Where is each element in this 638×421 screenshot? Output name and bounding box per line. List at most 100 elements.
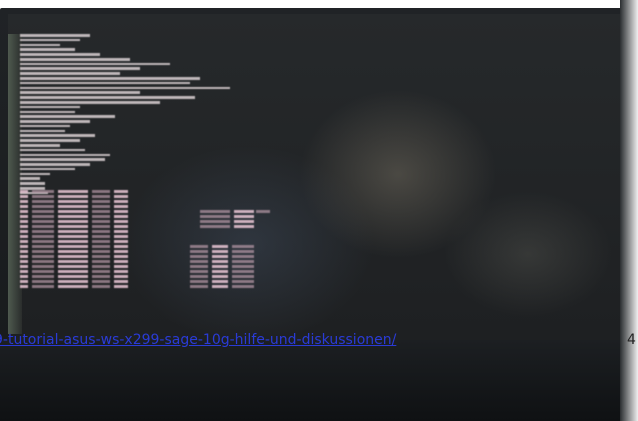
boot-log-line — [20, 115, 115, 118]
boot-log-cell — [20, 240, 28, 243]
boot-log-cell — [32, 275, 54, 278]
boot-log-cell — [32, 225, 54, 228]
boot-log-cell — [114, 190, 128, 193]
boot-log-cell — [256, 210, 270, 213]
boot-log-cell — [32, 255, 54, 258]
boot-log-cell — [232, 255, 254, 258]
boot-log-cell — [190, 260, 208, 263]
boot-log-cell — [92, 280, 110, 283]
boot-log-cell — [58, 230, 88, 233]
boot-log-cell — [20, 230, 28, 233]
boot-log-line — [20, 91, 140, 94]
boot-log-line — [20, 177, 40, 181]
boot-log-cell — [232, 270, 254, 273]
boot-log-cell — [232, 260, 254, 263]
boot-log-cell — [58, 220, 88, 223]
boot-log-cell — [234, 220, 254, 223]
boot-log-line — [20, 38, 80, 42]
boot-log-cell — [32, 215, 54, 218]
boot-log-cell — [190, 275, 208, 278]
boot-log-line — [20, 105, 80, 109]
boot-log-cell — [200, 210, 230, 213]
boot-log-cell — [114, 265, 128, 268]
boot-log-line — [20, 43, 60, 47]
boot-log-line — [20, 139, 80, 142]
monitor-photo — [0, 0, 638, 421]
boot-log-cell — [20, 250, 28, 253]
forum-thread-link[interactable]: 9-tutorial-asus-ws-x299-sage-10g-hilfe-u… — [0, 330, 396, 350]
boot-log-cell — [32, 235, 54, 238]
boot-log-cell — [200, 220, 230, 223]
boot-log-cell — [58, 245, 88, 248]
boot-log-cell — [92, 245, 110, 248]
boot-log-cell — [114, 260, 128, 263]
boot-log-cell — [114, 270, 128, 273]
boot-log-line — [20, 110, 75, 114]
boot-log-cell — [32, 240, 54, 243]
boot-log-line — [20, 158, 105, 161]
boot-log-line — [20, 81, 190, 85]
boot-log-cell — [32, 190, 54, 193]
boot-log-line — [20, 77, 200, 80]
boot-log-cell — [58, 235, 88, 238]
boot-log-cell — [190, 245, 208, 248]
boot-log-line — [20, 129, 65, 133]
boot-log-cell — [92, 205, 110, 208]
boot-log-cell — [58, 270, 88, 273]
boot-log-cell — [58, 190, 88, 193]
boot-log-cell — [92, 235, 110, 238]
boot-log-cell — [114, 220, 128, 223]
boot-log-cell — [58, 225, 88, 228]
boot-log-line — [20, 34, 90, 37]
boot-log-cell — [20, 280, 28, 283]
boot-log-cell — [190, 285, 208, 288]
boot-log-cell — [58, 260, 88, 263]
boot-log-cell — [92, 225, 110, 228]
page-number: 4 — [627, 332, 636, 348]
boot-log-cell — [92, 275, 110, 278]
boot-log-cell — [114, 285, 128, 288]
boot-log-cell — [92, 265, 110, 268]
boot-log-cell — [114, 230, 128, 233]
boot-log-cell — [190, 270, 208, 273]
boot-log-cell — [20, 285, 28, 288]
boot-log-cell — [190, 280, 208, 283]
boot-log-cell — [212, 285, 228, 288]
boot-log-cell — [92, 195, 110, 198]
boot-log-cell — [32, 260, 54, 263]
boot-log-cell — [212, 265, 228, 268]
boot-log-line — [20, 134, 95, 137]
boot-log-cell — [58, 195, 88, 198]
boot-log-cell — [92, 200, 110, 203]
boot-log-cell — [20, 195, 28, 198]
boot-log-cell — [114, 205, 128, 208]
boot-log-cell — [58, 205, 88, 208]
boot-log-cell — [20, 265, 28, 268]
boot-log-cell — [190, 250, 208, 253]
boot-log-cell — [20, 200, 28, 203]
boot-log-cell — [20, 190, 28, 193]
boot-log-cell — [58, 275, 88, 278]
monitor-lower-bezel — [0, 340, 626, 421]
boot-log-cell — [232, 250, 254, 253]
boot-log-cell — [114, 215, 128, 218]
boot-log-cell — [20, 215, 28, 218]
boot-log-cell — [190, 265, 208, 268]
boot-log-cell — [114, 200, 128, 203]
boot-log-cell — [200, 225, 230, 228]
boot-log-line — [20, 143, 60, 147]
boot-log-cell — [20, 260, 28, 263]
boot-log-cell — [212, 255, 228, 258]
boot-log-cell — [114, 240, 128, 243]
boot-log-cell — [32, 285, 54, 288]
boot-log-cell — [232, 245, 254, 248]
boot-log-cell — [32, 230, 54, 233]
boot-log-line — [20, 167, 75, 171]
boot-log-cell — [20, 205, 28, 208]
boot-log-cell — [32, 250, 54, 253]
boot-log-cell — [200, 215, 230, 218]
boot-log-cell — [212, 275, 228, 278]
boot-log-cell — [58, 285, 88, 288]
boot-log-cell — [114, 250, 128, 253]
boot-log-cell — [212, 260, 228, 263]
